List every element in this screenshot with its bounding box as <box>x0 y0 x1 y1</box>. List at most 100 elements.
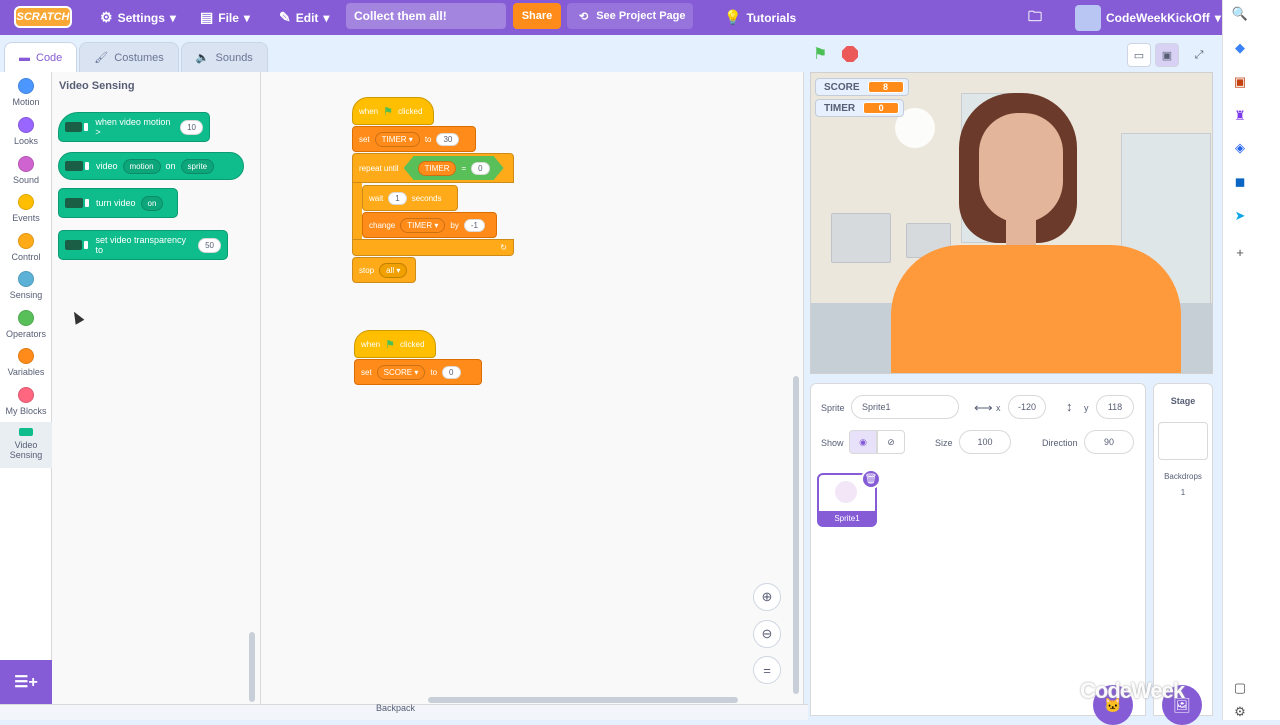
zoom-out-button[interactable]: ⊖ <box>753 620 781 648</box>
stop-option-dropdown[interactable]: all ▾ <box>379 262 408 278</box>
zoom-reset-button[interactable]: = <box>753 656 781 684</box>
person-shirt <box>891 245 1181 373</box>
subject-dropdown[interactable]: sprite <box>180 158 215 174</box>
backpack-bar[interactable]: Backpack <box>0 703 808 720</box>
variable-dropdown[interactable]: SCORE ▾ <box>376 364 426 380</box>
variable-reporter[interactable]: TIMER <box>418 161 457 176</box>
gear-icon[interactable]: ⚙ <box>1232 704 1248 720</box>
menu-bar: SCRATCH ⚙ Settings ▾ ▤ File ▾ ✎ Edit ▾ C… <box>0 0 1222 35</box>
category-operators[interactable]: Operators <box>0 310 52 339</box>
when-video-motion-block[interactable]: when video motion > 10 <box>58 112 210 142</box>
backpack-label: Backpack <box>376 703 416 713</box>
category-variables[interactable]: Variables <box>0 348 52 377</box>
add-icon[interactable]: + <box>1232 244 1248 260</box>
block-text: turn video <box>96 198 136 208</box>
panel-icon[interactable]: ▢ <box>1232 680 1248 696</box>
category-control[interactable]: Control <box>0 233 52 262</box>
brush-icon: 🖌 <box>94 52 109 64</box>
category-sensing[interactable]: Sensing <box>0 271 52 300</box>
my-stuff-button[interactable]: 🗀 <box>1028 0 1042 35</box>
when-flag-clicked-block[interactable]: when ⚑ clicked <box>354 330 436 358</box>
motion-threshold-input[interactable]: 10 <box>180 119 203 135</box>
stage-selector[interactable]: Stage Backdrops 1 <box>1153 383 1213 716</box>
scratch-logo[interactable]: SCRATCH <box>14 6 72 28</box>
wait-block[interactable]: wait 1 seconds <box>362 185 458 211</box>
outlook-icon[interactable]: ◼ <box>1232 174 1248 190</box>
codeweek-watermark: CodeWeek <box>1080 678 1185 703</box>
horizontal-scrollbar[interactable] <box>428 697 738 703</box>
repeat-arm <box>352 183 362 239</box>
tutorials-button[interactable]: 💡 Tutorials <box>724 0 796 35</box>
tab-code[interactable]: ▬ Code <box>4 42 78 72</box>
category-sound[interactable]: Sound <box>0 156 52 185</box>
category-my-blocks[interactable]: My Blocks <box>0 387 52 416</box>
change-variable-block[interactable]: change TIMER ▾ by -1 <box>362 212 497 238</box>
when-flag-clicked-block[interactable]: when ⚑ clicked <box>352 97 434 125</box>
stop-button[interactable] <box>842 46 858 62</box>
wait-seconds-input[interactable]: 1 <box>388 191 407 205</box>
stage-thumbnail[interactable] <box>1158 422 1208 460</box>
show-hidden-button[interactable]: ⊘ <box>877 430 905 454</box>
large-stage-button[interactable]: ▣ <box>1155 43 1179 67</box>
search-icon[interactable]: 🔍 <box>1232 6 1248 22</box>
change-by-input[interactable]: -1 <box>463 218 485 232</box>
send-icon[interactable]: ➤ <box>1232 208 1248 224</box>
stop-block[interactable]: stop all ▾ <box>352 257 416 283</box>
set-variable-block[interactable]: set SCORE ▾ to 0 <box>354 359 482 385</box>
briefcase-icon[interactable]: ▣ <box>1232 74 1248 90</box>
tab-sounds[interactable]: 🔈 Sounds <box>180 42 268 72</box>
score-monitor[interactable]: SCORE 8 <box>815 78 909 96</box>
x-arrows-icon: ⟷ <box>974 400 993 415</box>
tutorials-label: Tutorials <box>746 10 797 25</box>
zoom-in-button[interactable]: ⊕ <box>753 583 781 611</box>
account-menu[interactable]: CodeWeekKickOff ▾ <box>1075 0 1221 35</box>
share-button[interactable]: Share <box>513 3 561 29</box>
chess-icon[interactable]: ♜ <box>1232 108 1248 124</box>
operand-input[interactable]: 0 <box>471 162 489 175</box>
set-video-transparency-block[interactable]: set video transparency to 50 <box>58 230 228 260</box>
value-input[interactable]: 30 <box>436 132 460 146</box>
video-motion-reporter[interactable]: video motion on sprite <box>58 152 244 180</box>
category-label: Sensing <box>9 290 43 300</box>
script-area[interactable] <box>261 72 804 704</box>
repeat-until-block[interactable]: repeat until TIMER = 0 <box>352 153 514 183</box>
vertical-scrollbar[interactable] <box>793 376 799 694</box>
show-visible-button[interactable]: ◉ <box>849 430 877 454</box>
file-menu[interactable]: ▤ File ▾ <box>200 0 250 35</box>
tag-icon[interactable]: ◆ <box>1232 40 1248 56</box>
x-input[interactable]: -120 <box>1008 395 1046 419</box>
equals-operator-block[interactable]: TIMER = 0 <box>404 156 504 180</box>
category-motion[interactable]: Motion <box>0 78 52 107</box>
value-input[interactable]: 0 <box>442 365 461 379</box>
settings-menu[interactable]: ⚙ Settings ▾ <box>100 0 176 35</box>
sprite-name-input[interactable]: Sprite1 <box>851 395 959 419</box>
sound-dot-icon <box>18 156 34 172</box>
set-variable-block[interactable]: set TIMER ▾ to 30 <box>352 126 476 152</box>
fullscreen-button[interactable]: ⤢ <box>1187 43 1211 67</box>
tab-costumes[interactable]: 🖌 Costumes <box>79 42 179 72</box>
category-events[interactable]: Events <box>0 194 52 223</box>
edit-menu[interactable]: ✎ Edit ▾ <box>279 0 329 35</box>
small-stage-button[interactable]: ▭ <box>1127 43 1151 67</box>
delete-sprite-button[interactable]: 🗑 <box>861 469 881 489</box>
turn-video-block[interactable]: turn video on <box>58 188 178 218</box>
y-input[interactable]: 118 <box>1096 395 1134 419</box>
video-state-dropdown[interactable]: on <box>140 195 164 211</box>
variable-dropdown[interactable]: TIMER ▾ <box>374 131 420 147</box>
direction-input[interactable]: 90 <box>1084 430 1134 454</box>
variable-dropdown[interactable]: TIMER ▾ <box>400 217 446 233</box>
see-project-page-button[interactable]: ⟲ See Project Page <box>567 3 693 29</box>
size-input[interactable]: 100 <box>959 430 1011 454</box>
stage-canvas[interactable] <box>810 72 1213 374</box>
attribute-dropdown[interactable]: motion <box>122 158 161 174</box>
add-extension-button[interactable]: ☰+ <box>0 660 52 704</box>
transparency-input[interactable]: 50 <box>198 237 221 253</box>
category-video-sensing[interactable]: Video Sensing <box>0 422 52 468</box>
timer-monitor[interactable]: TIMER 0 <box>815 99 905 117</box>
green-flag-button[interactable]: ⚑ <box>813 44 827 64</box>
motion-dot-icon <box>18 78 34 94</box>
category-looks[interactable]: Looks <box>0 117 52 146</box>
project-title-input[interactable]: Collect them all! <box>346 3 506 29</box>
copilot-icon[interactable]: ◈ <box>1232 140 1248 156</box>
palette-scrollbar[interactable] <box>249 632 255 702</box>
